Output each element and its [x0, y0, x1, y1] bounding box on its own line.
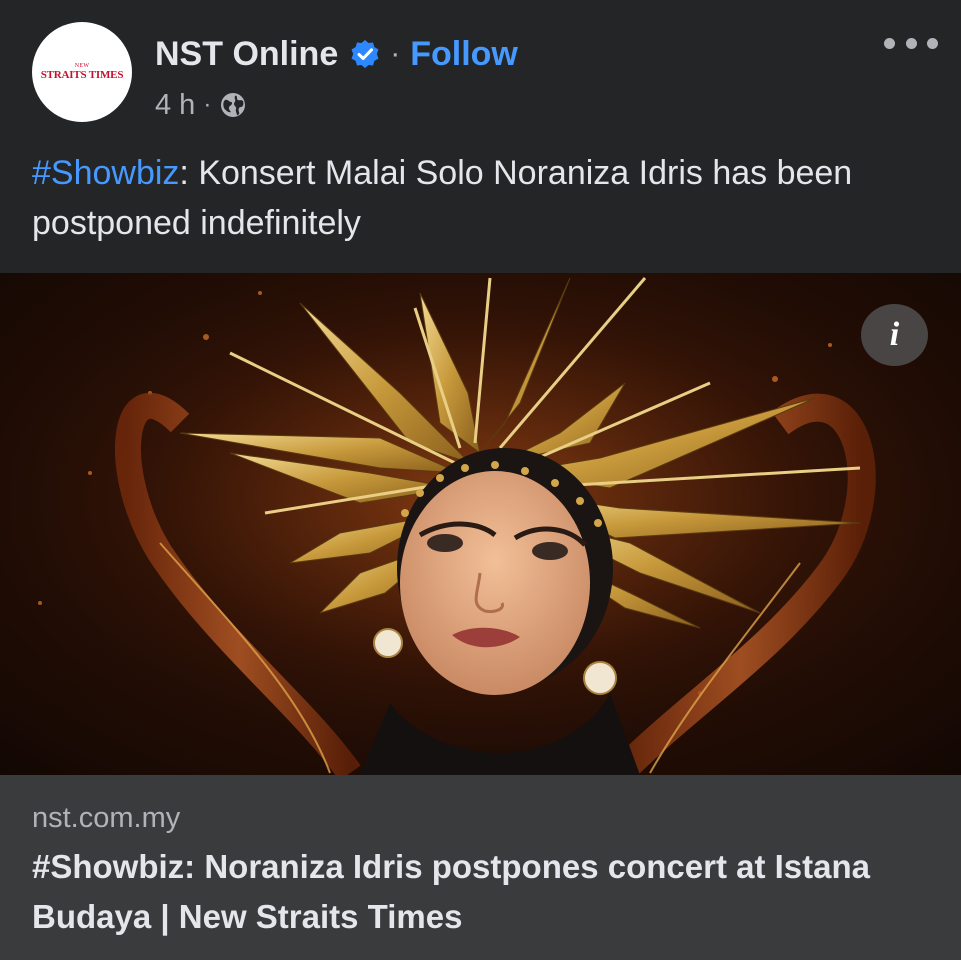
post-timestamp[interactable]: 4 h: [155, 89, 195, 122]
post-text: #Showbiz: Konsert Malai Solo Noraniza Id…: [32, 148, 932, 248]
more-dot-icon: [884, 37, 895, 49]
crowned-singer-illustration: [0, 273, 961, 775]
more-dot-icon: [927, 37, 938, 49]
page-avatar[interactable]: NEW STRAITS TIMES: [32, 22, 132, 122]
name-row: NST Online · Follow: [155, 32, 518, 76]
follow-button[interactable]: Follow: [410, 35, 518, 74]
post-header: NEW STRAITS TIMES NST Online · Follow 4 …: [0, 0, 961, 140]
verified-badge-icon: [350, 39, 380, 69]
post-meta: 4 h ·: [155, 86, 247, 124]
more-dot-icon: [905, 37, 917, 49]
hashtag-link[interactable]: #Showbiz: [32, 154, 179, 192]
link-title[interactable]: #Showbiz: Noraniza Idris postpones conce…: [32, 842, 932, 942]
more-options-button[interactable]: [884, 28, 938, 58]
globe-icon: [219, 91, 247, 119]
avatar-brand-text: STRAITS TIMES: [40, 69, 124, 81]
ad-info-button[interactable]: i: [861, 304, 928, 366]
meta-separator: ·: [203, 91, 212, 118]
page-name[interactable]: NST Online: [155, 35, 338, 74]
link-preview-image[interactable]: i: [0, 273, 961, 775]
link-domain: nst.com.my: [32, 802, 181, 834]
name-separator: ·: [390, 37, 401, 70]
